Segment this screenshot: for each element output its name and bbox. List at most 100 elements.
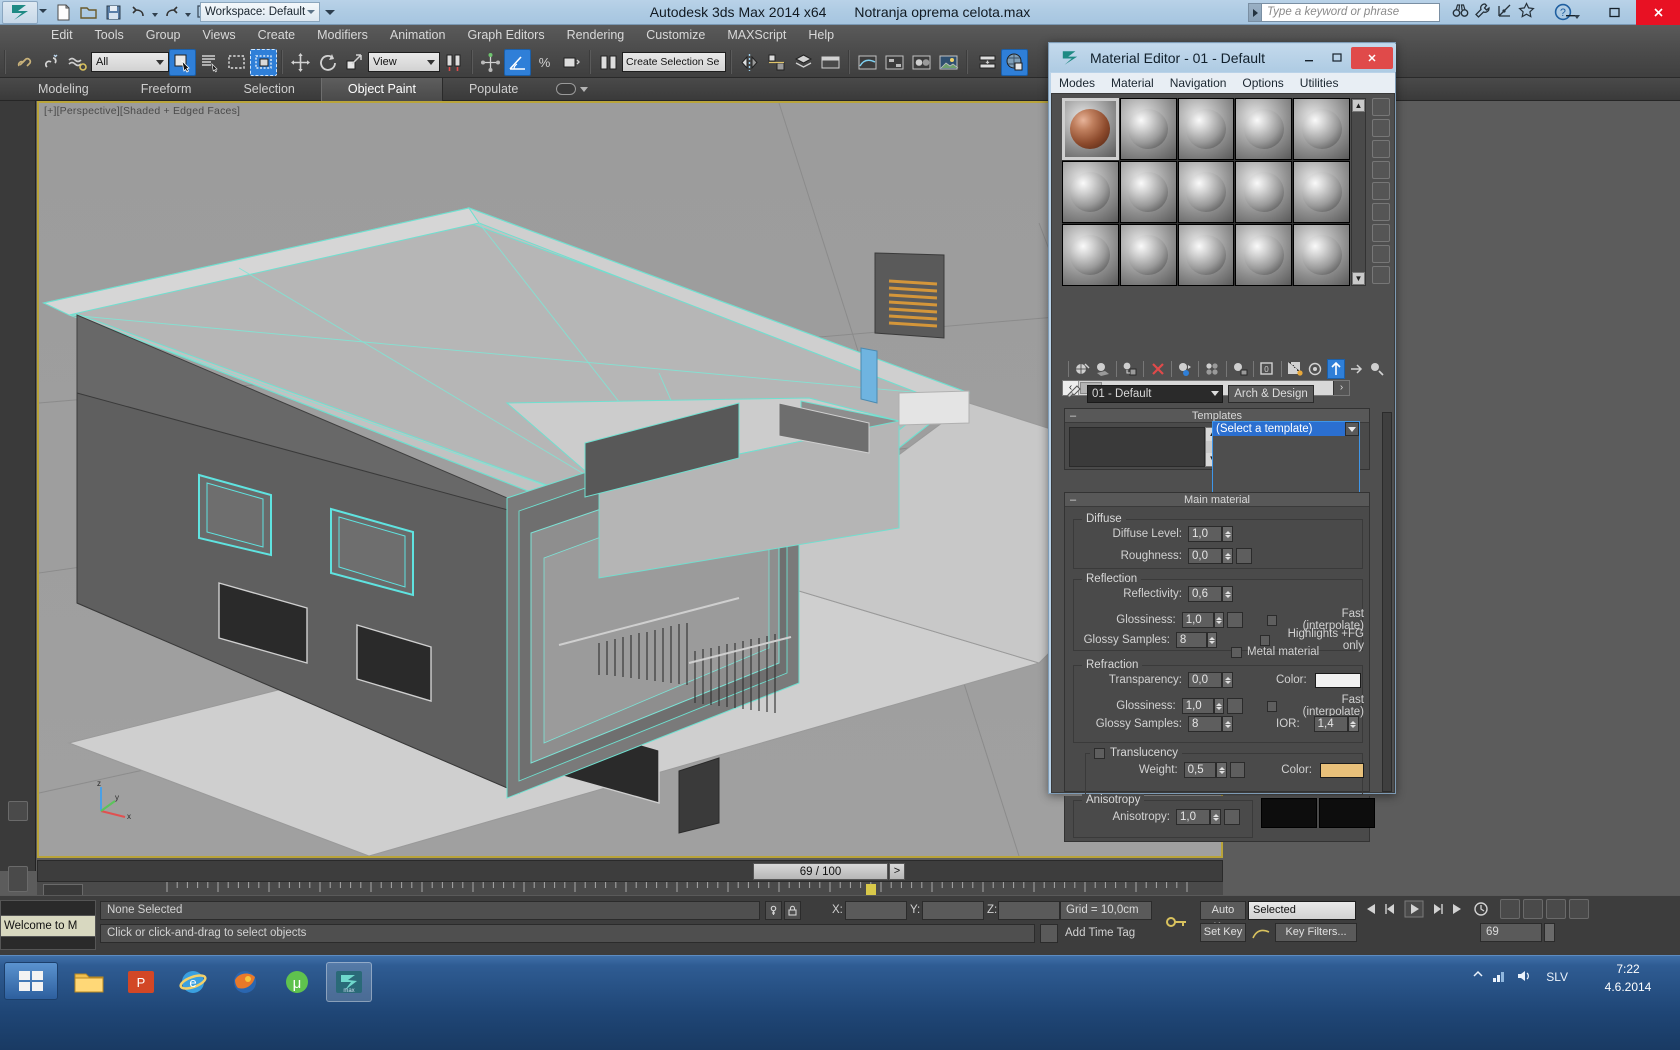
y-coordinate-field[interactable] bbox=[922, 901, 984, 920]
ribbon-tab-selection[interactable]: Selection bbox=[217, 78, 320, 101]
sample-slot-4[interactable] bbox=[1235, 98, 1293, 160]
translucency-weight-input[interactable]: 0,5 bbox=[1183, 762, 1217, 778]
current-frame-spinner[interactable] bbox=[1544, 923, 1555, 942]
anisotropy-spinner[interactable] bbox=[1210, 809, 1221, 825]
ribbon-tab-freeform[interactable]: Freeform bbox=[115, 78, 218, 101]
main-material-rollout[interactable]: – Main material Diffuse Diffuse Level: 1… bbox=[1064, 492, 1370, 795]
key-mode-select[interactable]: Selected bbox=[1248, 901, 1356, 920]
sample-uv-tiling-icon[interactable] bbox=[1372, 161, 1390, 179]
put-material-to-scene-icon[interactable] bbox=[1093, 359, 1112, 379]
make-unique-icon[interactable] bbox=[1203, 359, 1222, 379]
add-time-tag-button[interactable]: Add Time Tag bbox=[1060, 924, 1170, 943]
menu-item-group[interactable]: Group bbox=[135, 25, 192, 45]
make-preview-icon[interactable] bbox=[1372, 203, 1390, 221]
select-and-scale-icon[interactable] bbox=[341, 49, 368, 76]
sample-slot-7[interactable] bbox=[1119, 161, 1177, 223]
refraction-color-swatch[interactable] bbox=[1314, 672, 1361, 688]
template-dropdown-caret-icon[interactable] bbox=[1345, 422, 1359, 436]
selection-lock-toggle-icon[interactable] bbox=[784, 901, 801, 920]
named-selection-sets-input[interactable]: Create Selection Se bbox=[622, 52, 726, 72]
percent-snap-toggle-icon[interactable]: % bbox=[531, 49, 558, 76]
reflection-glossiness-spinner[interactable] bbox=[1214, 612, 1225, 628]
pan-view-icon[interactable] bbox=[1500, 899, 1520, 919]
selection-filter-select[interactable]: All bbox=[91, 52, 169, 72]
save-file-icon[interactable] bbox=[102, 2, 125, 24]
make-material-copy-icon[interactable] bbox=[1176, 359, 1195, 379]
set-key-button[interactable]: Set Key bbox=[1200, 923, 1246, 942]
go-to-start-icon[interactable] bbox=[1360, 900, 1378, 923]
ribbon-tab-populate[interactable]: Populate bbox=[443, 78, 544, 101]
material-editor-icon[interactable] bbox=[908, 49, 935, 76]
taskbar-3dsmax-icon[interactable]: max bbox=[326, 962, 372, 1002]
go-forward-to-sibling-icon[interactable] bbox=[1347, 359, 1366, 379]
sample-slot-5[interactable] bbox=[1293, 98, 1350, 160]
rail-expand-button[interactable] bbox=[8, 801, 28, 821]
rail-tool-button[interactable] bbox=[8, 866, 28, 892]
scroll-up-icon[interactable]: ▲ bbox=[1352, 99, 1365, 112]
unlink-selection-icon[interactable] bbox=[37, 49, 64, 76]
go-to-end-icon[interactable] bbox=[1450, 900, 1468, 923]
x-coordinate-field[interactable] bbox=[845, 901, 907, 920]
translucency-color-swatch[interactable] bbox=[1319, 762, 1364, 778]
network-icon[interactable] bbox=[1492, 968, 1508, 989]
mirror-icon[interactable] bbox=[736, 49, 763, 76]
pick-material-from-object-icon[interactable] bbox=[1368, 359, 1387, 379]
options-icon[interactable] bbox=[1372, 224, 1390, 242]
sample-slot-10[interactable] bbox=[1293, 161, 1350, 223]
next-frame-button[interactable]: > bbox=[889, 863, 905, 880]
me-menu-material[interactable]: Material bbox=[1103, 73, 1162, 93]
ribbon-tab-object-paint[interactable]: Object Paint bbox=[320, 77, 443, 101]
material-editor-parameters-scrollbar[interactable] bbox=[1382, 412, 1392, 792]
time-tag-icon[interactable] bbox=[1040, 924, 1058, 943]
reflection-glossiness-input[interactable]: 1,0 bbox=[1181, 612, 1215, 628]
roughness-input[interactable]: 0,0 bbox=[1188, 548, 1222, 564]
sample-slot-9[interactable] bbox=[1235, 161, 1293, 223]
maximize-viewport-toggle-icon[interactable] bbox=[1569, 899, 1589, 919]
material-id-channel-icon[interactable]: 0 bbox=[1258, 359, 1277, 379]
menu-item-customize[interactable]: Customize bbox=[635, 25, 716, 45]
ribbon-toggle-icon[interactable] bbox=[817, 49, 844, 76]
workspace-selector[interactable]: Workspace: Default bbox=[200, 2, 320, 22]
wrench-icon[interactable] bbox=[1474, 2, 1491, 24]
orbit-view-icon[interactable] bbox=[1523, 899, 1543, 919]
material-sample-slots[interactable] bbox=[1062, 98, 1350, 286]
current-frame-readout[interactable]: 69 / 100 bbox=[753, 863, 888, 880]
me-menu-navigation[interactable]: Navigation bbox=[1162, 73, 1235, 93]
key-mode-toggle-icon[interactable] bbox=[1158, 900, 1194, 944]
window-crossing-toggle-icon[interactable] bbox=[250, 48, 277, 76]
maxscript-mini-listener[interactable]: Welcome to M bbox=[0, 915, 96, 937]
taskbar-powerpoint-icon[interactable]: P bbox=[118, 962, 164, 1002]
ior-input[interactable]: 1,4 bbox=[1313, 716, 1348, 732]
app-menu-caret-icon[interactable] bbox=[39, 9, 47, 13]
key-filters-curve-icon[interactable] bbox=[1250, 923, 1272, 942]
refraction-glossiness-map-button[interactable] bbox=[1227, 698, 1243, 714]
roughness-map-button[interactable] bbox=[1236, 548, 1252, 564]
refraction-glossy-samples-input[interactable]: 8 bbox=[1188, 716, 1222, 732]
perspective-viewport[interactable]: [+][Perspective][Shaded + Edged Faces] z… bbox=[37, 101, 1223, 858]
bind-to-space-warp-icon[interactable] bbox=[64, 49, 91, 76]
z-coordinate-field[interactable] bbox=[998, 901, 1060, 920]
get-material-icon[interactable] bbox=[1073, 359, 1092, 379]
material-name-input[interactable]: 01 - Default bbox=[1087, 385, 1223, 403]
spinner-snap-toggle-icon[interactable] bbox=[558, 49, 585, 76]
anisotropy-rollout[interactable]: Anisotropy Anisotropy: 1,0 bbox=[1064, 794, 1375, 842]
auto-key-button[interactable]: Auto Key bbox=[1200, 901, 1246, 933]
selection-lock-key-icon[interactable] bbox=[765, 901, 782, 920]
search-expand-icon[interactable] bbox=[1248, 3, 1262, 22]
locale-indicator[interactable]: SLV bbox=[1546, 970, 1568, 984]
reflectivity-input[interactable]: 0,6 bbox=[1188, 586, 1222, 602]
satellite-dish-icon[interactable] bbox=[1496, 2, 1513, 24]
metal-material-checkbox[interactable] bbox=[1231, 646, 1242, 658]
translucency-weight-spinner[interactable] bbox=[1216, 762, 1227, 778]
eyedropper-icon[interactable] bbox=[1066, 384, 1082, 405]
sample-slots-vertical-scrollbar[interactable]: ▲ ▼ bbox=[1351, 98, 1366, 286]
rectangular-selection-region-icon[interactable] bbox=[223, 49, 250, 76]
binoculars-icon[interactable] bbox=[1452, 2, 1469, 24]
play-animation-icon[interactable] bbox=[1404, 899, 1424, 924]
video-color-check-icon[interactable] bbox=[1372, 182, 1390, 200]
put-to-library-icon[interactable] bbox=[1231, 359, 1250, 379]
me-menu-utilities[interactable]: Utilities bbox=[1292, 73, 1347, 93]
ribbon-tab-modeling[interactable]: Modeling bbox=[12, 78, 115, 101]
taskbar-explorer-icon[interactable] bbox=[66, 962, 112, 1002]
select-and-link-icon[interactable] bbox=[10, 49, 37, 76]
